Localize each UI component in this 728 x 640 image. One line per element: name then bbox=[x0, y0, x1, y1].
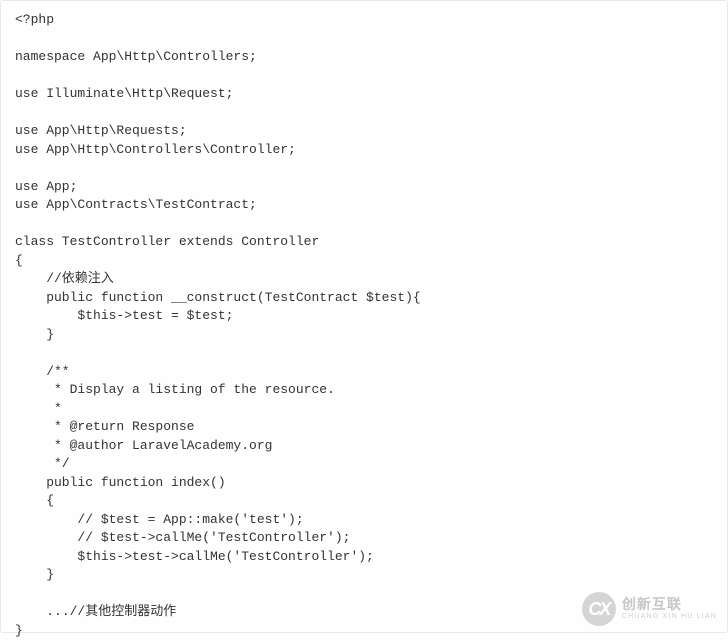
watermark-pinyin-text: CHUANG XIN HU LIAN bbox=[622, 613, 717, 621]
code-content: <?php namespace App\Http\Controllers; us… bbox=[15, 12, 421, 638]
watermark-text-group: 创新互联 CHUANG XIN HU LIAN bbox=[622, 597, 717, 620]
watermark-cn-text: 创新互联 bbox=[622, 597, 717, 612]
watermark-logo-icon: CX bbox=[582, 592, 616, 626]
code-block: <?php namespace App\Http\Controllers; us… bbox=[15, 11, 713, 640]
watermark: CX 创新互联 CHUANG XIN HU LIAN bbox=[582, 592, 717, 626]
